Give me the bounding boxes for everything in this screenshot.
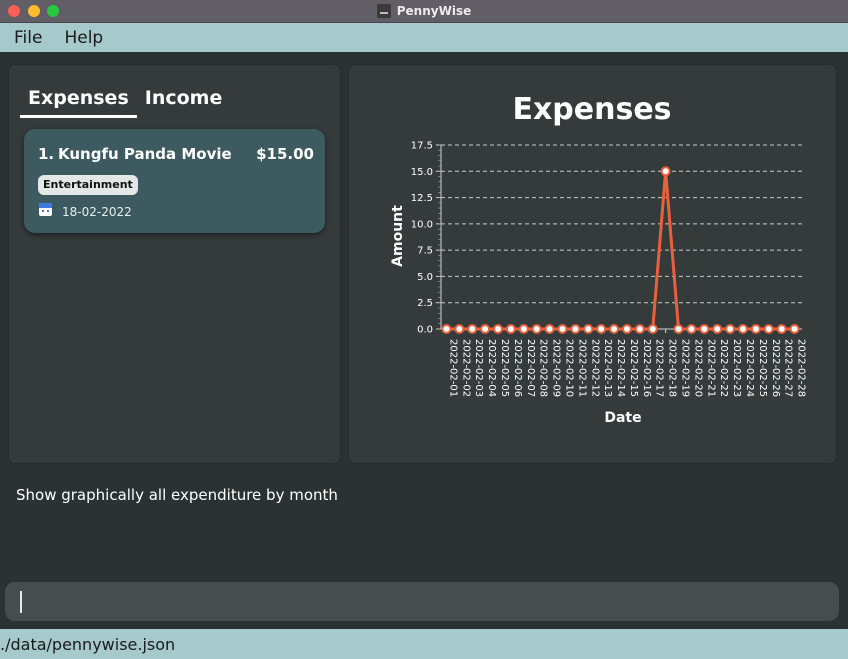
xtick-label: 2022-02-10 — [563, 339, 574, 397]
xtick-label: 2022-02-13 — [602, 339, 613, 397]
data-point — [621, 324, 632, 334]
data-point — [725, 324, 736, 334]
ytick-label: 0.0 — [417, 325, 433, 336]
xtick-label: 2022-02-03 — [473, 339, 484, 397]
ytick-label: 2.5 — [417, 298, 433, 309]
ytick-label: 12.5 — [411, 193, 433, 204]
xtick-label: 2022-02-23 — [731, 339, 742, 397]
data-point — [596, 324, 607, 334]
xtick-label: 2022-02-05 — [499, 339, 510, 397]
chart-title: Expenses — [512, 92, 671, 127]
ytick-label: 17.5 — [411, 141, 433, 152]
xtick-label: 2022-02-24 — [744, 339, 755, 397]
xtick-label: 2022-02-25 — [757, 339, 768, 397]
xtick-label: 2022-02-20 — [692, 339, 703, 397]
chart-grid — [441, 144, 802, 304]
expense-index: 1. — [38, 145, 55, 163]
ytick-label: 15.0 — [411, 167, 433, 178]
xtick-label: 2022-02-18 — [667, 339, 678, 397]
data-point — [454, 324, 465, 334]
data-point — [660, 166, 671, 177]
expense-date: 18-02-2022 — [62, 205, 132, 219]
data-point — [583, 324, 594, 334]
expense-chart: Expenses Amount Date 0.0 2.5 5.0 7.5 10.0 12.… — [390, 92, 807, 426]
command-input[interactable] — [5, 582, 839, 621]
xtick-label: 2022-02-17 — [654, 339, 665, 397]
data-point — [609, 324, 620, 334]
data-point — [441, 324, 452, 334]
chart-xticks: 2022-02-01 2022-02-02 2022-02-03 2022-02-04… — [447, 339, 806, 397]
app-icon — [376, 4, 391, 18]
menu-bar: File Help — [0, 23, 848, 52]
ytick-label: 10.0 — [411, 219, 433, 230]
xtick-label: 2022-02-04 — [486, 339, 497, 397]
data-point — [776, 324, 787, 334]
data-point — [505, 324, 516, 334]
xtick-label: 2022-02-19 — [680, 339, 691, 397]
text-caret — [20, 591, 22, 613]
tab-income[interactable]: Income — [137, 85, 231, 118]
xtick-label: 2022-02-15 — [628, 339, 639, 397]
window-title: PennyWise — [396, 4, 472, 18]
chart-panel: Expenses Amount Date 0.0 2.5 5.0 7.5 10.0 12.… — [348, 64, 837, 464]
title-bar: PennyWise — [0, 0, 848, 23]
chart-xlabel: Date — [604, 410, 641, 426]
xtick-label: 2022-02-26 — [770, 339, 781, 397]
data-point — [750, 324, 761, 334]
window-title-group: PennyWise — [0, 0, 848, 22]
xtick-label: 2022-02-11 — [576, 339, 587, 397]
xtick-label: 2022-02-22 — [718, 339, 729, 397]
data-point — [673, 324, 684, 334]
xtick-label: 2022-02-12 — [589, 339, 600, 397]
data-point — [686, 324, 697, 334]
data-file-path: ./data/pennywise.json — [0, 634, 176, 654]
ytick-label: 7.5 — [417, 246, 433, 257]
data-point — [634, 324, 645, 334]
menu-help[interactable]: Help — [57, 28, 110, 48]
xtick-label: 2022-02-14 — [615, 339, 626, 397]
chart-axes — [436, 144, 802, 333]
menu-file[interactable]: File — [7, 28, 49, 48]
xtick-label: 2022-02-16 — [641, 339, 652, 397]
data-point — [480, 324, 491, 334]
expense-tag: Entertainment — [38, 175, 138, 195]
expense-name: Kungfu Panda Movie — [58, 145, 232, 163]
data-point — [518, 324, 529, 334]
data-point — [737, 324, 748, 334]
ytick-label: 5.0 — [417, 272, 433, 283]
xtick-label: 2022-02-08 — [538, 339, 549, 397]
data-point — [493, 324, 504, 334]
chart-ylabel: Amount — [390, 205, 406, 267]
data-point — [789, 324, 800, 334]
tab-expenses[interactable]: Expenses — [20, 85, 137, 118]
xtick-label: 2022-02-21 — [705, 339, 716, 397]
tab-bar: Expenses Income — [20, 85, 230, 118]
data-point — [699, 324, 710, 334]
xtick-label: 2022-02-07 — [525, 339, 536, 397]
xtick-label: 2022-02-09 — [551, 339, 562, 397]
data-point — [712, 324, 723, 334]
xtick-label: 2022-02-06 — [512, 339, 523, 397]
expense-amount: $15.00 — [256, 145, 314, 163]
data-point — [544, 324, 555, 334]
xtick-label: 2022-02-28 — [796, 339, 807, 397]
chart-yticks: 0.0 2.5 5.0 7.5 10.0 12.5 15.0 17.5 — [411, 141, 433, 336]
data-point — [467, 324, 478, 334]
result-message: Show graphically all expenditure by mont… — [16, 486, 338, 504]
xtick-label: 2022-02-02 — [460, 339, 471, 397]
calendar-icon — [39, 203, 52, 216]
data-point — [763, 324, 774, 334]
data-point — [557, 324, 568, 334]
data-point — [531, 324, 542, 334]
status-bar: ./data/pennywise.json — [0, 629, 848, 659]
transaction-list-panel: Expenses Income 1. Kungfu Panda Movie $1… — [8, 64, 341, 464]
expense-card[interactable]: 1. Kungfu Panda Movie $15.00 Entertainme… — [24, 129, 325, 233]
data-point — [647, 324, 658, 334]
xtick-label: 2022-02-01 — [447, 339, 458, 397]
xtick-label: 2022-02-27 — [783, 339, 794, 397]
data-point — [570, 324, 581, 334]
